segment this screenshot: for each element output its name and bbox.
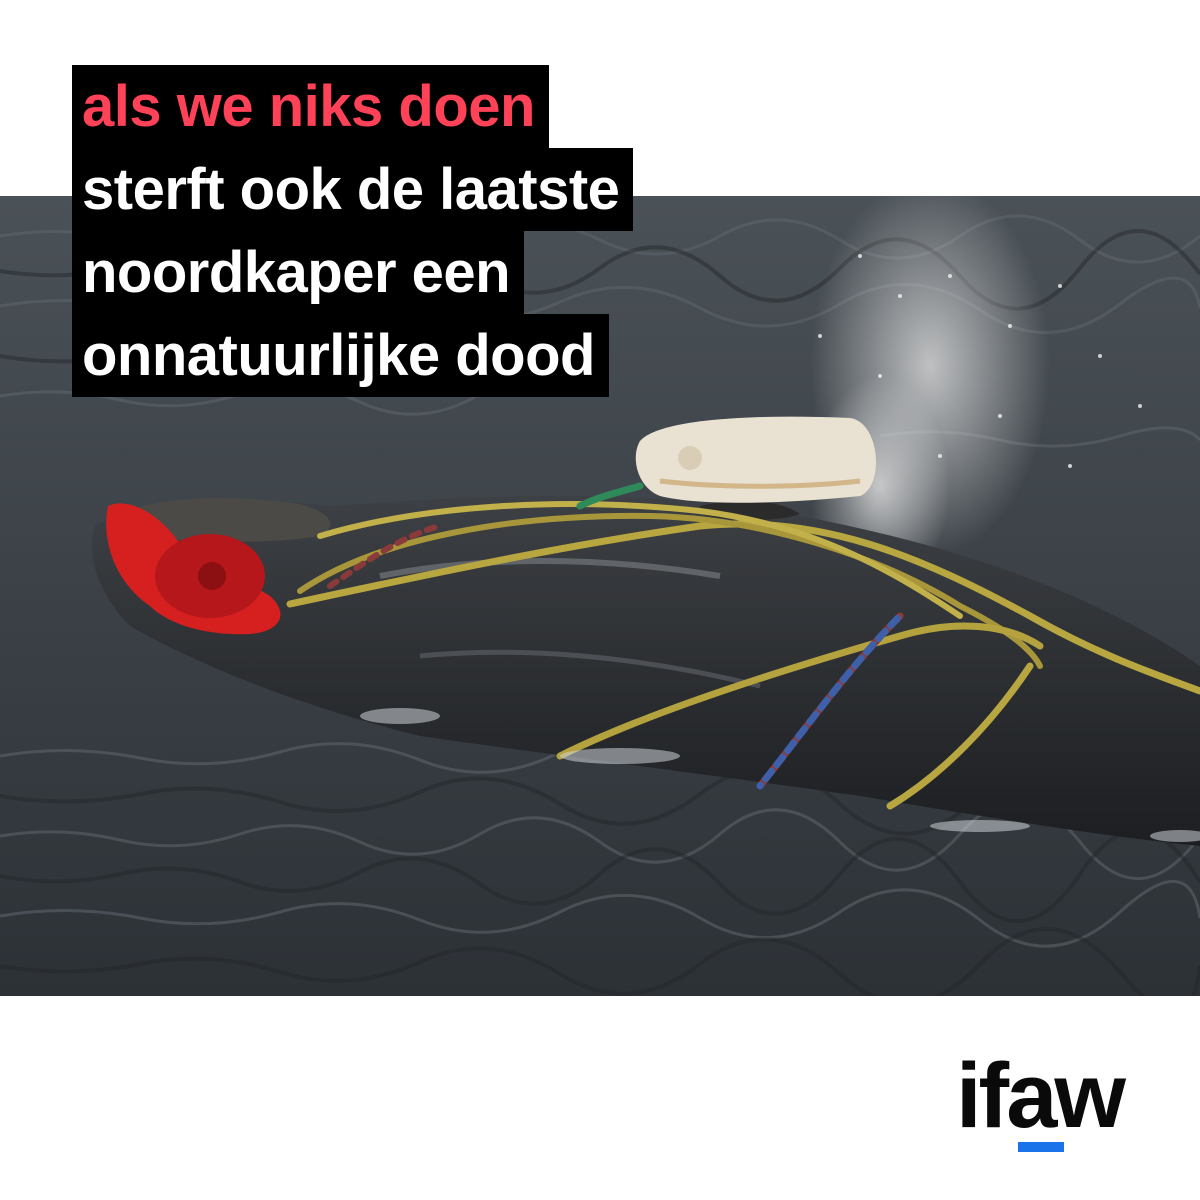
headline-line-3: noordkaper een [72, 231, 525, 314]
headline-line-1: als we niks doen [72, 65, 549, 148]
headline-line-3-wrap: noordkaper een [72, 231, 633, 314]
headline-line-4: onnatuurlijke dood [72, 314, 609, 397]
headline-line-2: sterft ook de laatste [72, 148, 634, 231]
headline-line-2-wrap: sterft ook de laatste [72, 148, 634, 231]
headline-line-4-wrap: onnatuurlijke dood [72, 314, 633, 397]
logo-accent-bar [1018, 1142, 1064, 1152]
social-post: als we niks doen sterft ook de laatste n… [0, 0, 1200, 1200]
ifaw-logo: ifaw [956, 1050, 1146, 1160]
headline-line-1-wrap: als we niks doen [72, 65, 633, 148]
logo-wordmark: ifaw [956, 1045, 1126, 1147]
headline: als we niks doen sterft ook de laatste n… [72, 65, 634, 397]
